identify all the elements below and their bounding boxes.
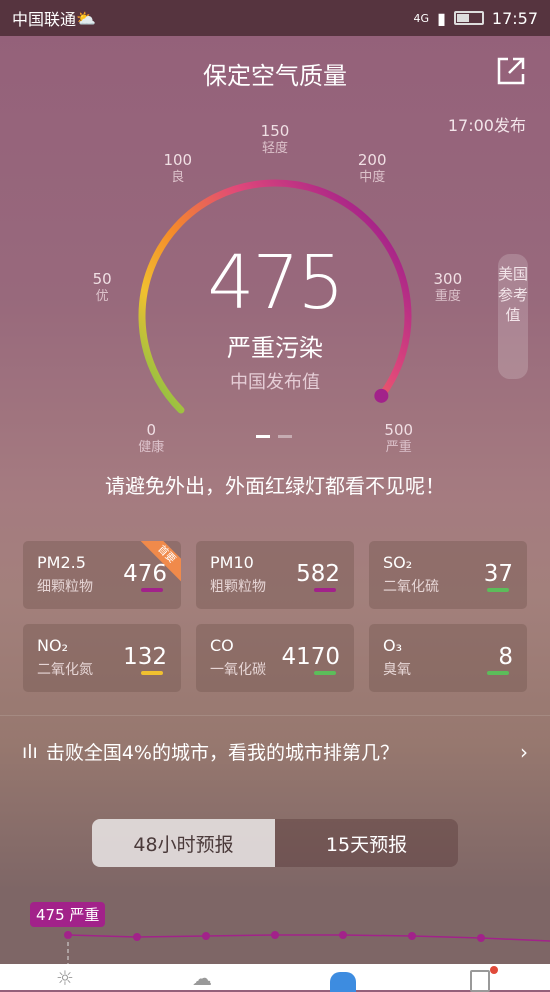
- pollutant-value: 582: [296, 561, 340, 587]
- tick-value: 150: [260, 122, 290, 140]
- tick-level: 中度: [359, 170, 386, 186]
- tick-value: 200: [357, 151, 387, 170]
- level-bar: [141, 671, 163, 675]
- point: [133, 933, 141, 941]
- pollutant-card-pm10[interactable]: PM10 粗颗粒物 582: [196, 541, 354, 609]
- level-bar: [487, 671, 509, 675]
- pollutant-card-o3[interactable]: O₃ 臭氧 8: [369, 624, 527, 692]
- point: [202, 932, 210, 940]
- bottom-tab-bar: ☼ ☁: [0, 964, 550, 992]
- pollutant-value: 8: [498, 644, 513, 670]
- us-reference-button[interactable]: 美国参考值: [498, 254, 528, 379]
- level-bar: [314, 588, 336, 592]
- pollutant-value: 132: [123, 644, 167, 670]
- tab-48h[interactable]: 48小时预报: [92, 819, 275, 867]
- page-indicator: [256, 435, 292, 438]
- pollutant-value: 4170: [281, 644, 340, 670]
- tick-level: 健康: [138, 439, 165, 455]
- current-aqi-tag: 475 严重: [30, 902, 106, 927]
- level-bar: [487, 588, 509, 592]
- pollutant-card-so2[interactable]: SO₂ 二氧化硫 37: [369, 541, 527, 609]
- gauge-tick-label: 200 中度: [342, 152, 402, 186]
- tick-level: 严重: [385, 439, 412, 455]
- tick-value: 0: [146, 420, 157, 439]
- pollutant-card-no2[interactable]: NO₂ 二氧化氮 132: [23, 624, 181, 692]
- tab-messages-icon[interactable]: [470, 970, 490, 992]
- aqi-value: 475: [207, 240, 344, 326]
- level-bar: [141, 588, 163, 592]
- gauge-tick-label: 100 良: [148, 152, 208, 186]
- pollutant-value: 476: [123, 561, 167, 587]
- tab-weather-icon[interactable]: ☼: [56, 966, 74, 990]
- ranking-link[interactable]: ılı 击败全国4%的城市，看我的城市排第几？ ›: [0, 715, 550, 787]
- health-tip: 请避免外出，外面红绿灯都看不见呢！: [105, 474, 445, 498]
- point: [408, 932, 416, 940]
- aqi-level: 严重污染: [227, 334, 323, 362]
- pollutant-value: 37: [483, 561, 513, 587]
- point: [339, 931, 347, 939]
- gauge-tick-label: 0 健康: [121, 420, 181, 456]
- point: [64, 931, 72, 939]
- tick-value: 100: [163, 151, 193, 170]
- tick-value: 500: [384, 420, 414, 439]
- forecast-tabs: 48小时预报 15天预报: [92, 819, 458, 867]
- pollutant-grid: 首要 PM2.5 细颗粒物 476 PM10 粗颗粒物 582 SO₂ 二氧化硫 37 NO₂…: [23, 541, 527, 692]
- tab-forecast-icon[interactable]: ☁: [192, 966, 212, 990]
- tick-level: 良: [171, 170, 185, 186]
- point: [477, 934, 485, 942]
- tab-air-icon[interactable]: [330, 972, 356, 992]
- gauge-tick-label: 150 轻度: [245, 123, 305, 157]
- notification-dot: [490, 966, 498, 974]
- point: [271, 931, 279, 939]
- pollutant-card-co[interactable]: CO 一氧化碳 4170: [196, 624, 354, 692]
- aqi-source: 中国发布值: [230, 372, 320, 393]
- tick-level: 轻度: [261, 141, 288, 156]
- ranking-text: 击败全国4%的城市，看我的城市排第几？: [45, 742, 399, 764]
- chevron-right-icon: ›: [520, 739, 528, 764]
- bar-chart-icon: ılı: [22, 740, 38, 763]
- level-bar: [314, 671, 336, 675]
- gauge-tick-label: 500 严重: [369, 420, 429, 456]
- tab-15d[interactable]: 15天预报: [275, 819, 458, 867]
- pollutant-card-pm25[interactable]: 首要 PM2.5 细颗粒物 476: [23, 541, 181, 609]
